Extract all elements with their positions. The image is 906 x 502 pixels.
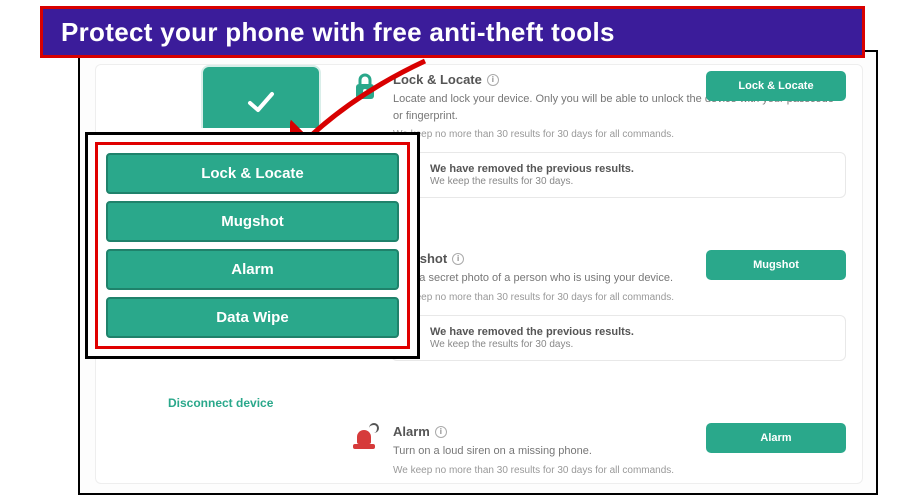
lock-locate-button[interactable]: Lock & Locate xyxy=(706,71,846,101)
feature-note: We keep no more than 30 results for 30 d… xyxy=(393,465,846,476)
highlight-data-wipe-button[interactable]: Data Wipe xyxy=(106,297,399,338)
feature-note: We keep no more than 30 results for 30 d… xyxy=(393,292,846,303)
info-icon[interactable]: i xyxy=(435,426,447,438)
banner-text: Protect your phone with free anti-theft … xyxy=(61,17,615,48)
info-icon[interactable]: i xyxy=(487,74,499,86)
info-icon[interactable]: i xyxy=(452,253,464,265)
result-box: i We have removed the previous results. … xyxy=(391,152,846,198)
feature-title: Alarm i xyxy=(393,424,447,439)
highlight-lock-locate-button[interactable]: Lock & Locate xyxy=(106,153,399,194)
disconnect-device-link[interactable]: Disconnect device xyxy=(168,396,273,410)
highlight-mugshot-button[interactable]: Mugshot xyxy=(106,201,399,242)
alarm-button[interactable]: Alarm xyxy=(706,423,846,453)
feature-alarm: Alarm i Turn on a loud siren on a missin… xyxy=(351,423,846,476)
alarm-icon xyxy=(351,425,377,449)
checkmark-icon xyxy=(244,85,278,119)
result-line1: We have removed the previous results. xyxy=(430,326,634,338)
highlight-inner: Lock & Locate Mugshot Alarm Data Wipe xyxy=(95,142,410,349)
feature-mugshot: Mugshot i Take a secret photo of a perso… xyxy=(351,250,846,361)
highlight-overlay: Lock & Locate Mugshot Alarm Data Wipe xyxy=(85,132,420,359)
highlight-alarm-button[interactable]: Alarm xyxy=(106,249,399,290)
result-line1: We have removed the previous results. xyxy=(430,163,634,175)
feature-title-text: Alarm xyxy=(393,424,430,439)
result-box: i We have removed the previous results. … xyxy=(391,315,846,361)
annotation-banner: Protect your phone with free anti-theft … xyxy=(40,6,865,58)
feature-note: We keep no more than 30 results for 30 d… xyxy=(393,129,846,140)
result-line2: We keep the results for 30 days. xyxy=(430,339,634,350)
result-line2: We keep the results for 30 days. xyxy=(430,176,634,187)
mugshot-button[interactable]: Mugshot xyxy=(706,250,846,280)
